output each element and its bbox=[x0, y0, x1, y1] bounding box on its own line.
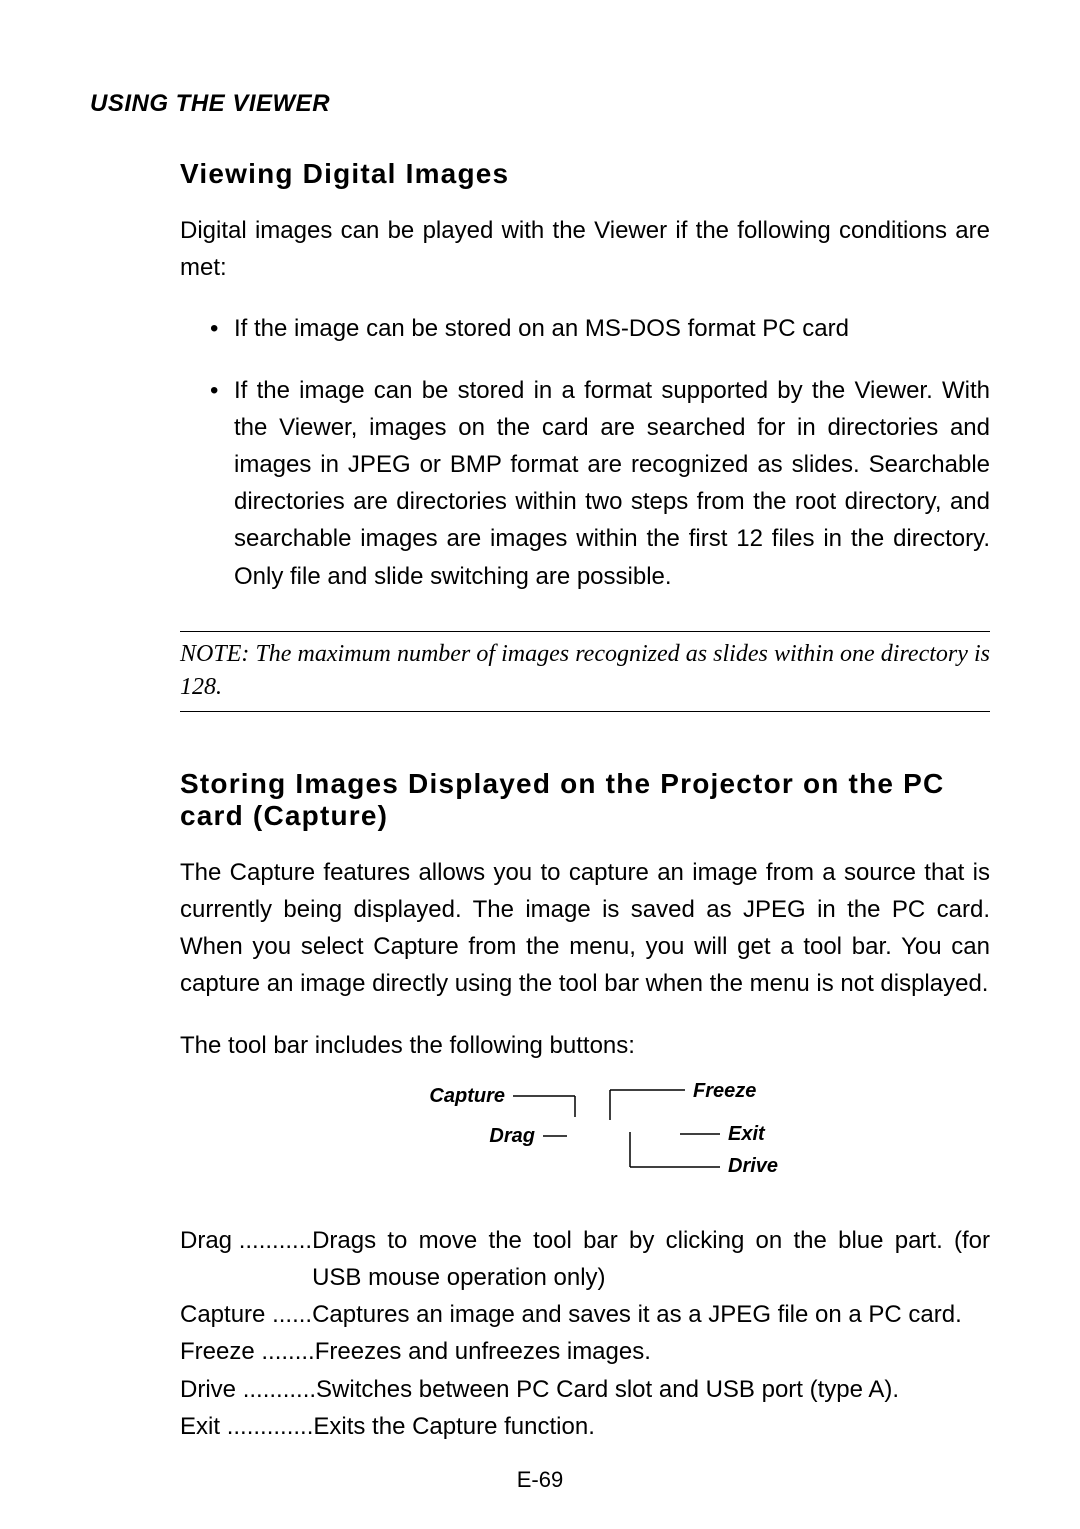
def-term: Drag ........... bbox=[180, 1222, 312, 1259]
heading-storing: Storing Images Displayed on the Projecto… bbox=[180, 768, 990, 832]
page-number: E-69 bbox=[0, 1467, 1080, 1493]
diagram-label-freeze: Freeze bbox=[693, 1082, 756, 1102]
definition-list: Drag ........... Drags to move the tool … bbox=[180, 1222, 990, 1445]
diagram-label-drive: Drive bbox=[728, 1155, 778, 1177]
bullet-list: If the image can be stored on an MS-DOS … bbox=[180, 310, 990, 594]
def-term: Freeze ........ bbox=[180, 1333, 315, 1370]
def-desc: Switches between PC Card slot and USB po… bbox=[316, 1371, 990, 1408]
page-content: Viewing Digital Images Digital images ca… bbox=[90, 158, 990, 1445]
list-item: If the image can be stored in a format s… bbox=[210, 372, 990, 595]
toolbar-intro: The tool bar includes the following butt… bbox=[180, 1027, 990, 1064]
toolbar-diagram: Capture Drag Freeze Exit Drive bbox=[180, 1082, 990, 1192]
def-term: Capture ...... bbox=[180, 1296, 312, 1333]
note-block: NOTE: The maximum number of images recog… bbox=[180, 631, 990, 712]
def-row-freeze: Freeze ........ Freezes and unfreezes im… bbox=[180, 1333, 990, 1370]
def-row-exit: Exit ............. Exits the Capture fun… bbox=[180, 1408, 990, 1445]
def-row-drag: Drag ........... Drags to move the tool … bbox=[180, 1222, 990, 1296]
def-row-capture: Capture ...... Captures an image and sav… bbox=[180, 1296, 990, 1333]
diagram-label-exit: Exit bbox=[728, 1123, 766, 1145]
list-item: If the image can be stored on an MS-DOS … bbox=[210, 310, 990, 347]
capture-paragraph: The Capture features allows you to captu… bbox=[180, 854, 990, 1003]
def-term: Drive ........... bbox=[180, 1371, 316, 1408]
heading-viewing: Viewing Digital Images bbox=[180, 158, 990, 190]
def-row-drive: Drive ........... Switches between PC Ca… bbox=[180, 1371, 990, 1408]
def-desc: Exits the Capture function. bbox=[313, 1408, 990, 1445]
def-desc: Captures an image and saves it as a JPEG… bbox=[312, 1296, 990, 1333]
def-desc: Drags to move the tool bar by clicking o… bbox=[312, 1222, 990, 1296]
def-desc: Freezes and unfreezes images. bbox=[315, 1333, 990, 1370]
diagram-label-capture: Capture bbox=[429, 1085, 505, 1107]
intro-text: Digital images can be played with the Vi… bbox=[180, 212, 990, 286]
diagram-label-drag: Drag bbox=[489, 1125, 535, 1147]
page-header: USING THE VIEWER bbox=[90, 90, 990, 118]
def-term: Exit ............. bbox=[180, 1408, 313, 1445]
diagram-svg: Capture Drag Freeze Exit Drive bbox=[335, 1082, 835, 1192]
